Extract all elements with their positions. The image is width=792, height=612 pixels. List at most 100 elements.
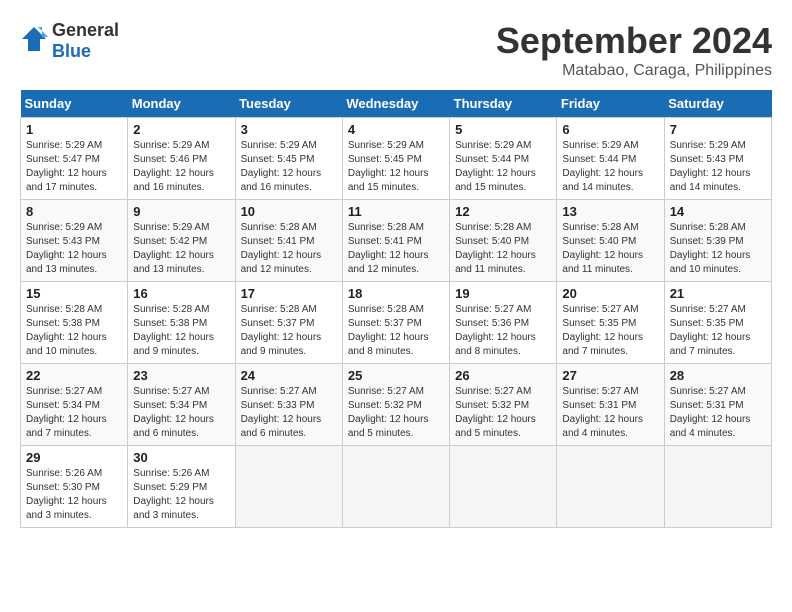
day-info: Sunrise: 5:28 AM Sunset: 5:39 PM Dayligh… xyxy=(670,221,766,277)
calendar-cell: 25 Sunrise: 5:27 AM Sunset: 5:32 PM Dayli… xyxy=(342,364,449,446)
col-thursday: Thursday xyxy=(450,90,557,118)
day-number: 13 xyxy=(562,204,658,219)
calendar-cell: 1 Sunrise: 5:29 AM Sunset: 5:47 PM Daylig… xyxy=(21,118,128,200)
day-number: 7 xyxy=(670,122,766,137)
day-info: Sunrise: 5:27 AM Sunset: 5:33 PM Dayligh… xyxy=(241,385,337,441)
calendar-cell: 13 Sunrise: 5:28 AM Sunset: 5:40 PM Dayli… xyxy=(557,200,664,282)
day-number: 27 xyxy=(562,368,658,383)
day-info: Sunrise: 5:27 AM Sunset: 5:32 PM Dayligh… xyxy=(348,385,444,441)
day-info: Sunrise: 5:29 AM Sunset: 5:43 PM Dayligh… xyxy=(670,139,766,195)
calendar-cell: 8 Sunrise: 5:29 AM Sunset: 5:43 PM Daylig… xyxy=(21,200,128,282)
day-info: Sunrise: 5:29 AM Sunset: 5:44 PM Dayligh… xyxy=(455,139,551,195)
calendar-cell: 10 Sunrise: 5:28 AM Sunset: 5:41 PM Dayli… xyxy=(235,200,342,282)
day-info: Sunrise: 5:29 AM Sunset: 5:44 PM Dayligh… xyxy=(562,139,658,195)
day-info: Sunrise: 5:28 AM Sunset: 5:37 PM Dayligh… xyxy=(241,303,337,359)
day-number: 18 xyxy=(348,286,444,301)
col-tuesday: Tuesday xyxy=(235,90,342,118)
calendar-cell: 16 Sunrise: 5:28 AM Sunset: 5:38 PM Dayli… xyxy=(128,282,235,364)
calendar-cell: 11 Sunrise: 5:28 AM Sunset: 5:41 PM Dayli… xyxy=(342,200,449,282)
day-number: 30 xyxy=(133,450,229,465)
calendar-cell: 7 Sunrise: 5:29 AM Sunset: 5:43 PM Daylig… xyxy=(664,118,771,200)
calendar-cell: 30 Sunrise: 5:26 AM Sunset: 5:29 PM Dayli… xyxy=(128,446,235,528)
day-info: Sunrise: 5:27 AM Sunset: 5:35 PM Dayligh… xyxy=(562,303,658,359)
day-info: Sunrise: 5:29 AM Sunset: 5:47 PM Dayligh… xyxy=(26,139,122,195)
day-number: 12 xyxy=(455,204,551,219)
title-area: September 2024 Matabao, Caraga, Philippi… xyxy=(496,20,772,80)
day-number: 17 xyxy=(241,286,337,301)
day-info: Sunrise: 5:28 AM Sunset: 5:41 PM Dayligh… xyxy=(241,221,337,277)
calendar-cell: 24 Sunrise: 5:27 AM Sunset: 5:33 PM Dayli… xyxy=(235,364,342,446)
day-info: Sunrise: 5:28 AM Sunset: 5:38 PM Dayligh… xyxy=(133,303,229,359)
header: General Blue September 2024 Matabao, Car… xyxy=(20,20,772,80)
day-number: 29 xyxy=(26,450,122,465)
day-number: 22 xyxy=(26,368,122,383)
calendar-cell: 27Sunrise: 5:27 AM Sunset: 5:31 PM Dayli… xyxy=(557,364,664,446)
day-number: 6 xyxy=(562,122,658,137)
day-info: Sunrise: 5:28 AM Sunset: 5:37 PM Dayligh… xyxy=(348,303,444,359)
logo-general: General xyxy=(52,20,119,40)
day-number: 24 xyxy=(241,368,337,383)
col-saturday: Saturday xyxy=(664,90,771,118)
calendar-cell: 6 Sunrise: 5:29 AM Sunset: 5:44 PM Daylig… xyxy=(557,118,664,200)
day-number: 25 xyxy=(348,368,444,383)
calendar-week-3: 22 Sunrise: 5:27 AM Sunset: 5:34 PM Dayli… xyxy=(21,364,772,446)
day-number: 28 xyxy=(670,368,766,383)
day-info: Sunrise: 5:29 AM Sunset: 5:45 PM Dayligh… xyxy=(348,139,444,195)
calendar-cell xyxy=(342,446,449,528)
calendar-table: Sunday Monday Tuesday Wednesday Thursday… xyxy=(20,90,772,528)
day-number: 4 xyxy=(348,122,444,137)
calendar-cell xyxy=(450,446,557,528)
logo-icon xyxy=(20,25,48,58)
col-wednesday: Wednesday xyxy=(342,90,449,118)
day-number: 23 xyxy=(133,368,229,383)
col-sunday: Sunday xyxy=(21,90,128,118)
calendar-cell: 12Sunrise: 5:28 AM Sunset: 5:40 PM Dayli… xyxy=(450,200,557,282)
calendar-week-1: 8 Sunrise: 5:29 AM Sunset: 5:43 PM Daylig… xyxy=(21,200,772,282)
calendar-cell: 29 Sunrise: 5:26 AM Sunset: 5:30 PM Dayli… xyxy=(21,446,128,528)
calendar-cell xyxy=(557,446,664,528)
day-info: Sunrise: 5:26 AM Sunset: 5:30 PM Dayligh… xyxy=(26,467,122,523)
day-info: Sunrise: 5:28 AM Sunset: 5:40 PM Dayligh… xyxy=(562,221,658,277)
calendar-header-row: Sunday Monday Tuesday Wednesday Thursday… xyxy=(21,90,772,118)
calendar-week-0: 1 Sunrise: 5:29 AM Sunset: 5:47 PM Daylig… xyxy=(21,118,772,200)
day-info: Sunrise: 5:27 AM Sunset: 5:35 PM Dayligh… xyxy=(670,303,766,359)
calendar-cell: 18 Sunrise: 5:28 AM Sunset: 5:37 PM Dayli… xyxy=(342,282,449,364)
calendar-cell: 4 Sunrise: 5:29 AM Sunset: 5:45 PM Daylig… xyxy=(342,118,449,200)
day-number: 11 xyxy=(348,204,444,219)
day-number: 20 xyxy=(562,286,658,301)
day-number: 19 xyxy=(455,286,551,301)
day-info: Sunrise: 5:27 AM Sunset: 5:36 PM Dayligh… xyxy=(455,303,551,359)
day-number: 10 xyxy=(241,204,337,219)
day-number: 14 xyxy=(670,204,766,219)
day-info: Sunrise: 5:26 AM Sunset: 5:29 PM Dayligh… xyxy=(133,467,229,523)
location-title: Matabao, Caraga, Philippines xyxy=(496,62,772,80)
calendar-cell xyxy=(235,446,342,528)
day-info: Sunrise: 5:27 AM Sunset: 5:34 PM Dayligh… xyxy=(26,385,122,441)
day-number: 8 xyxy=(26,204,122,219)
calendar-cell: 19 Sunrise: 5:27 AM Sunset: 5:36 PM Dayli… xyxy=(450,282,557,364)
logo-text: General Blue xyxy=(52,20,119,62)
calendar-cell: 14 Sunrise: 5:28 AM Sunset: 5:39 PM Dayli… xyxy=(664,200,771,282)
col-friday: Friday xyxy=(557,90,664,118)
col-monday: Monday xyxy=(128,90,235,118)
day-info: Sunrise: 5:27 AM Sunset: 5:32 PM Dayligh… xyxy=(455,385,551,441)
day-number: 16 xyxy=(133,286,229,301)
day-number: 5 xyxy=(455,122,551,137)
day-number: 26 xyxy=(455,368,551,383)
calendar-week-4: 29 Sunrise: 5:26 AM Sunset: 5:30 PM Dayli… xyxy=(21,446,772,528)
calendar-cell: 21 Sunrise: 5:27 AM Sunset: 5:35 PM Dayli… xyxy=(664,282,771,364)
day-info: Sunrise: 5:29 AM Sunset: 5:43 PM Dayligh… xyxy=(26,221,122,277)
calendar-cell: 15Sunrise: 5:28 AM Sunset: 5:38 PM Dayli… xyxy=(21,282,128,364)
calendar-cell: 9Sunrise: 5:29 AM Sunset: 5:42 PM Daylig… xyxy=(128,200,235,282)
day-number: 15 xyxy=(26,286,122,301)
day-info: Sunrise: 5:28 AM Sunset: 5:41 PM Dayligh… xyxy=(348,221,444,277)
day-number: 1 xyxy=(26,122,122,137)
day-number: 21 xyxy=(670,286,766,301)
logo: General Blue xyxy=(20,20,119,62)
day-info: Sunrise: 5:29 AM Sunset: 5:45 PM Dayligh… xyxy=(241,139,337,195)
day-info: Sunrise: 5:29 AM Sunset: 5:46 PM Dayligh… xyxy=(133,139,229,195)
calendar-cell: 17 Sunrise: 5:28 AM Sunset: 5:37 PM Dayli… xyxy=(235,282,342,364)
calendar-cell: 5 Sunrise: 5:29 AM Sunset: 5:44 PM Daylig… xyxy=(450,118,557,200)
calendar-cell: 23Sunrise: 5:27 AM Sunset: 5:34 PM Dayli… xyxy=(128,364,235,446)
calendar-week-2: 15 Sunrise: 5:28 AM Sunset: 5:38 PM Dayli… xyxy=(21,282,772,364)
